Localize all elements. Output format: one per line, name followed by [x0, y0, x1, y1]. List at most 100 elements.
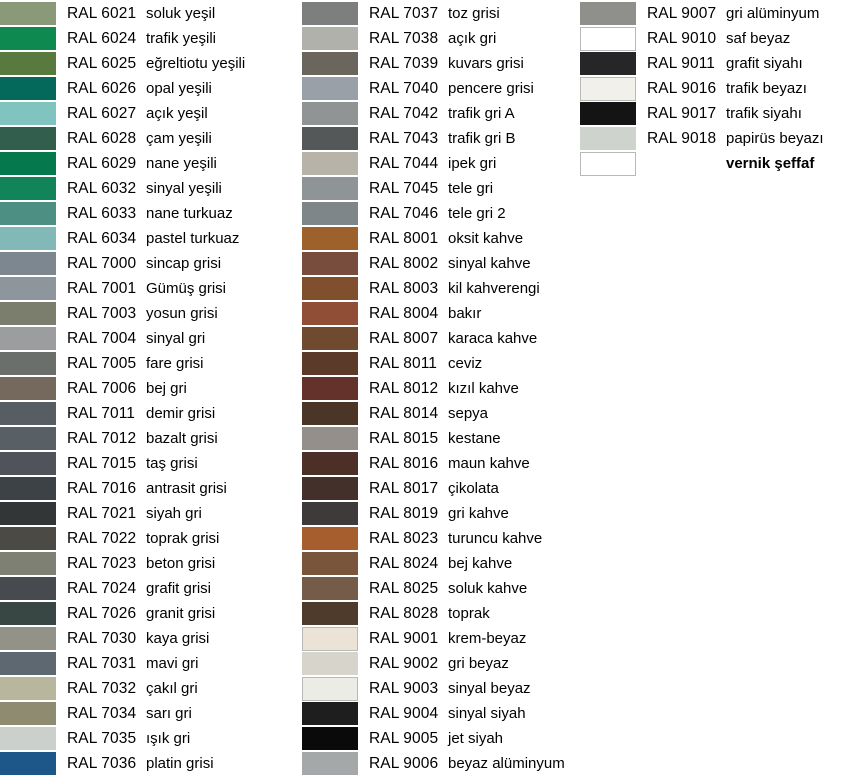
- color-row: RAL 9005 jet siyah: [302, 726, 565, 751]
- color-row: RAL 7004 sinyal gri: [0, 326, 245, 351]
- color-swatch: [0, 276, 56, 301]
- color-name: sarı gri: [146, 705, 192, 722]
- color-row: RAL 8028 toprak: [302, 601, 565, 626]
- color-swatch: [302, 126, 358, 151]
- ral-code: RAL 7024: [67, 579, 137, 597]
- color-row: RAL 8014 sepya: [302, 401, 565, 426]
- ral-code: RAL 7026: [67, 604, 137, 622]
- color-swatch: [302, 176, 358, 201]
- color-name: kestane: [448, 430, 501, 447]
- color-row: RAL 8004 bakır: [302, 301, 565, 326]
- ral-code: RAL 7046: [369, 204, 439, 222]
- ral-code: RAL 7023: [67, 554, 137, 572]
- color-swatch: [0, 301, 56, 326]
- color-name: tele gri 2: [448, 205, 506, 222]
- ral-code: RAL 8002: [369, 254, 439, 272]
- color-swatch: [580, 101, 636, 126]
- color-swatch: [302, 451, 358, 476]
- color-swatch: [0, 201, 56, 226]
- color-row: RAL 9002 gri beyaz: [302, 651, 565, 676]
- color-name: opal yeşili: [146, 80, 212, 97]
- color-swatch: [302, 501, 358, 526]
- color-swatch: [302, 26, 358, 51]
- ral-code: RAL 8007: [369, 329, 439, 347]
- color-name: gri kahve: [448, 505, 509, 522]
- ral-code: RAL 7040: [369, 79, 439, 97]
- color-name: sinyal yeşili: [146, 180, 222, 197]
- color-name: gri alüminyum: [726, 5, 820, 22]
- color-swatch: [580, 1, 636, 26]
- color-row: RAL 7026 granit grisi: [0, 601, 245, 626]
- color-column-1: RAL 6021 soluk yeşil RAL 6024 trafik yeşili…: [0, 1, 245, 776]
- color-swatch: [0, 476, 56, 501]
- color-swatch: [302, 601, 358, 626]
- color-swatch: [0, 376, 56, 401]
- color-row: RAL 6027 açık yeşil: [0, 101, 245, 126]
- color-name: sinyal gri: [146, 330, 206, 347]
- color-row: RAL 7024 grafit grisi: [0, 576, 245, 601]
- color-swatch: [302, 626, 358, 651]
- color-row: RAL 7040 pencere grisi: [302, 76, 565, 101]
- color-name: sinyal beyaz: [448, 680, 531, 697]
- color-swatch: [302, 226, 358, 251]
- color-row: RAL 7012 bazalt grisi: [0, 426, 245, 451]
- color-row: RAL 6029 nane yeşili: [0, 151, 245, 176]
- color-swatch: [302, 551, 358, 576]
- color-swatch: [0, 1, 56, 26]
- ral-code: RAL 6034: [67, 229, 137, 247]
- color-name: oksit kahve: [448, 230, 524, 247]
- ral-code: RAL 6025: [67, 54, 137, 72]
- color-column-3: RAL 9007 gri alüminyum RAL 9010 saf beyaz RA…: [580, 1, 824, 176]
- ral-code: RAL 7034: [67, 704, 137, 722]
- color-row: RAL 8023 turuncu kahve: [302, 526, 565, 551]
- color-name: platin grisi: [146, 755, 214, 772]
- ral-code: RAL 8001: [369, 229, 439, 247]
- color-swatch: [302, 726, 358, 751]
- color-name: trafik yeşili: [146, 30, 217, 47]
- ral-code: RAL 7032: [67, 679, 137, 697]
- color-name: kızıl kahve: [448, 380, 519, 397]
- color-row: RAL 7036 platin grisi: [0, 751, 245, 776]
- color-row: RAL 6024 trafik yeşili: [0, 26, 245, 51]
- ral-code: RAL 7031: [67, 654, 137, 672]
- ral-code: RAL 8003: [369, 279, 439, 297]
- color-name: saf beyaz: [726, 30, 791, 47]
- color-name: bej kahve: [448, 555, 513, 572]
- ral-code: RAL 9001: [369, 629, 439, 647]
- color-row: RAL 9003 sinyal beyaz: [302, 676, 565, 701]
- color-swatch: [0, 226, 56, 251]
- ral-code: RAL 9010: [647, 29, 717, 47]
- color-name: beton grisi: [146, 555, 216, 572]
- color-name: bej gri: [146, 380, 187, 397]
- ral-code: RAL 6021: [67, 4, 137, 22]
- color-swatch: [302, 51, 358, 76]
- color-name: sincap grisi: [146, 255, 222, 272]
- ral-code: RAL 6026: [67, 79, 137, 97]
- ral-code: RAL 6029: [67, 154, 137, 172]
- color-swatch: [0, 576, 56, 601]
- color-row: RAL 8002 sinyal kahve: [302, 251, 565, 276]
- ral-code: RAL 7039: [369, 54, 439, 72]
- color-row: RAL 8016 maun kahve: [302, 451, 565, 476]
- ral-code: RAL 7006: [67, 379, 137, 397]
- color-swatch: [580, 76, 636, 101]
- color-name: açık yeşil: [146, 105, 208, 122]
- color-swatch: [0, 601, 56, 626]
- color-row: RAL 7045 tele gri: [302, 176, 565, 201]
- color-row: RAL 7046 tele gri 2: [302, 201, 565, 226]
- ral-code: RAL 7037: [369, 4, 439, 22]
- ral-code: RAL 7016: [67, 479, 137, 497]
- color-row: RAL 6034 pastel turkuaz: [0, 226, 245, 251]
- color-swatch: [302, 701, 358, 726]
- color-swatch: [0, 351, 56, 376]
- color-row: RAL 9001 krem-beyaz: [302, 626, 565, 651]
- color-name: Gümüş grisi: [146, 280, 227, 297]
- color-row: vernik şeffaf: [580, 151, 824, 176]
- color-row: RAL 8012 kızıl kahve: [302, 376, 565, 401]
- color-row: RAL 9016 trafik beyazı: [580, 76, 824, 101]
- color-swatch: [580, 151, 636, 176]
- ral-code: RAL 8012: [369, 379, 439, 397]
- color-swatch: [302, 426, 358, 451]
- color-name: kil kahverengi: [448, 280, 540, 297]
- color-swatch: [0, 251, 56, 276]
